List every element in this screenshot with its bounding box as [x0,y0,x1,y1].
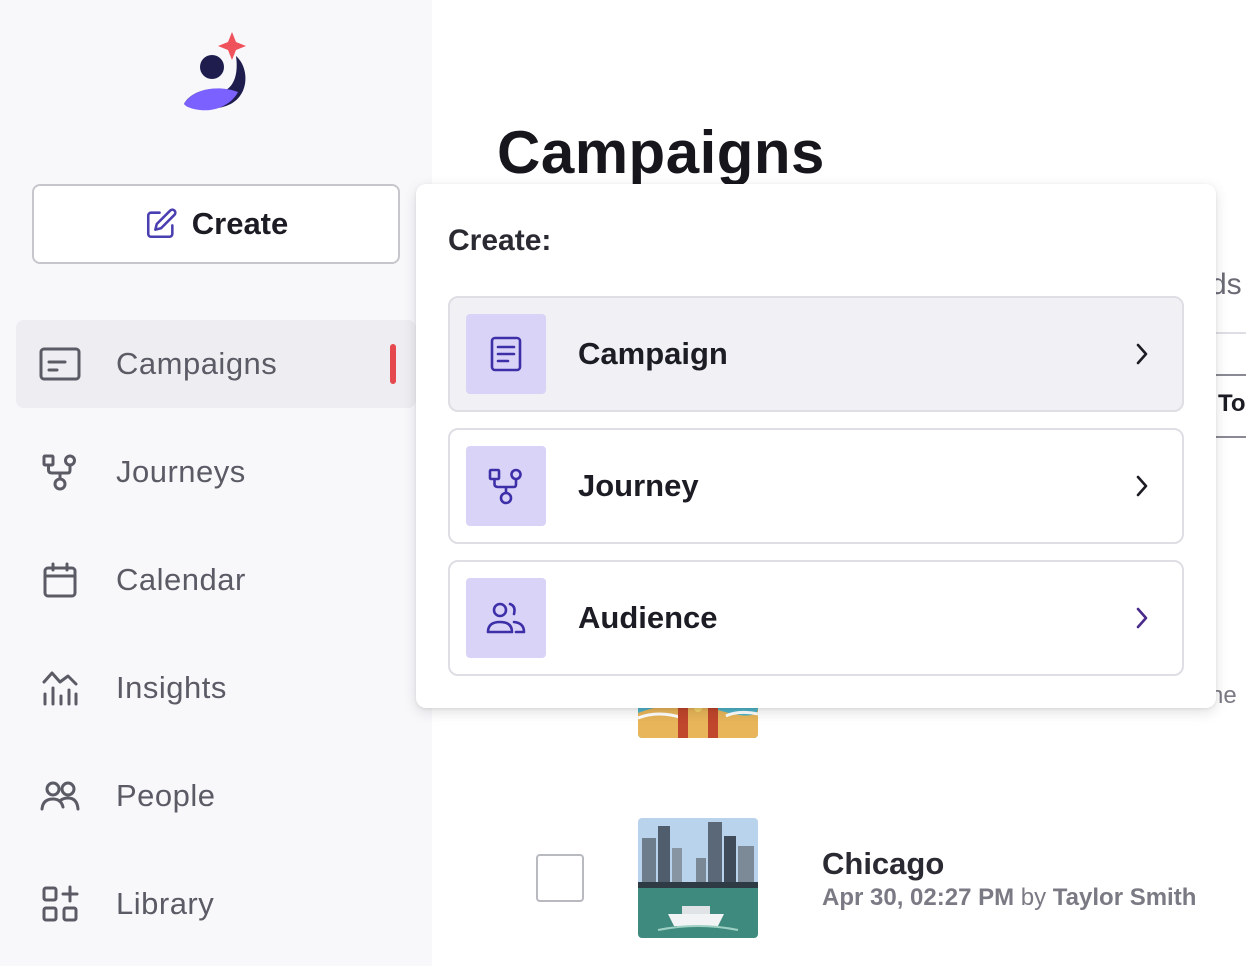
sidebar-item-label: Insights [116,670,227,705]
option-label: Journey [578,468,699,503]
library-icon [38,882,82,926]
flow-branch-icon [38,450,82,494]
document-icon [466,314,546,394]
active-indicator [390,344,396,384]
option-label: Audience [578,600,718,635]
sidebar-item-label: People [116,778,216,813]
create-dropdown-menu: Create: Campaign Journey Audience [416,184,1216,708]
sidebar-item-label: Library [116,886,215,921]
campaign-meta: Apr 30, 02:27 PM by Taylor Smith [822,884,1196,912]
campaign-thumbnail-chicago[interactable] [638,818,758,938]
edit-icon [144,207,178,241]
sidebar-item-insights[interactable]: Insights [16,644,416,732]
sidebar-item-label: Calendar [116,562,246,597]
sidebar-item-campaigns[interactable]: Campaigns [16,320,416,408]
calendar-icon [38,558,82,602]
sidebar-item-people[interactable]: People [16,752,416,840]
create-button[interactable]: Create [32,184,400,264]
campaign-date: Apr 30, 02:27 PM [822,884,1015,911]
campaign-title[interactable]: Chicago [822,846,944,882]
campaign-by: by [1020,884,1047,911]
app-logo[interactable] [176,28,256,118]
audience-icon [466,578,546,658]
sidebar-item-label: Campaigns [116,346,278,381]
sidebar-item-label: Journeys [116,454,246,489]
create-journey-option[interactable]: Journey [448,428,1184,544]
row-select-checkbox[interactable] [536,854,584,902]
option-label: Campaign [578,336,728,371]
create-button-label: Create [191,206,289,241]
create-campaign-option[interactable]: Campaign [448,296,1184,412]
dropdown-heading: Create: [448,224,552,257]
create-audience-option[interactable]: Audience [448,560,1184,676]
page-title: Campaigns [497,119,825,186]
sidebar-item-calendar[interactable]: Calendar [16,536,416,624]
column-header-partial[interactable]: To [1218,390,1246,418]
people-icon [38,774,82,818]
campaign-card-icon [38,342,82,386]
sidebar: Create Campaigns Journeys Calendar Insig… [0,0,432,966]
chevron-right-icon [1132,602,1152,634]
chart-icon [38,666,82,710]
chevron-right-icon [1132,338,1152,370]
sidebar-item-journeys[interactable]: Journeys [16,428,416,516]
chevron-right-icon [1132,470,1152,502]
campaign-author: Taylor Smith [1052,884,1197,911]
flow-branch-icon [466,446,546,526]
sidebar-item-library[interactable]: Library [16,860,416,948]
